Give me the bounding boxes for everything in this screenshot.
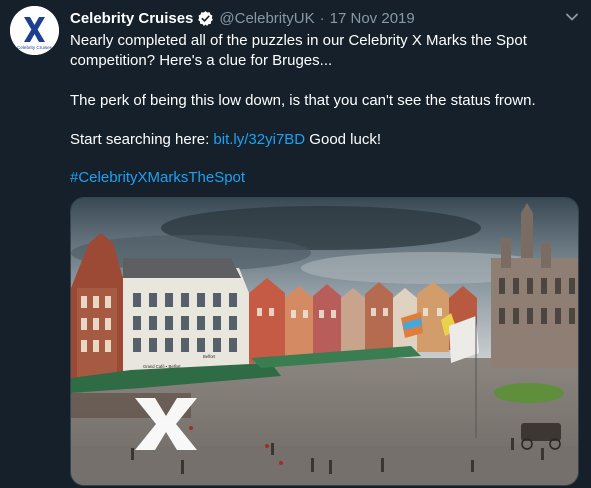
tweet: Celebrity Cruises Celebrity Cruises @Cel…	[0, 0, 591, 488]
paragraph-3-suffix: Good luck!	[305, 131, 382, 148]
hashtag-line: #CelebrityXMarksTheSpot	[70, 168, 245, 188]
celebrity-x-logo-icon: Celebrity Cruises	[10, 6, 59, 55]
chevron-down-icon[interactable]	[565, 9, 579, 27]
avatar-logo-text: Celebrity Cruises	[17, 45, 53, 50]
tweet-paragraph-1: Nearly completed all of the puzzles in o…	[70, 32, 527, 69]
tweet-header: Celebrity Cruises @CelebrityUK · 17 Nov …	[70, 6, 415, 30]
bruges-market-square-photo: Grand Café ▪ Belfort Belfort	[71, 198, 578, 485]
verified-badge-icon	[197, 10, 214, 27]
paragraph-3-prefix: Start searching here:	[70, 131, 214, 148]
user-handle[interactable]: @CelebrityUK	[219, 10, 314, 27]
short-link[interactable]: bit.ly/32yi7BD	[213, 131, 305, 148]
tweet-image[interactable]: Grand Café ▪ Belfort Belfort	[70, 197, 579, 486]
hashtag-link[interactable]: #CelebrityXMarksTheSpot	[70, 169, 245, 186]
profile-avatar[interactable]: Celebrity Cruises	[10, 6, 59, 55]
image-shop-sign-2: Belfort	[203, 354, 216, 359]
display-name[interactable]: Celebrity Cruises	[70, 10, 193, 27]
meta-separator: ·	[319, 9, 325, 27]
tweet-date[interactable]: 17 Nov 2019	[330, 10, 415, 27]
tweet-paragraph-2: The perk of being this low down, is that…	[70, 92, 536, 109]
tweet-paragraph-3: Start searching here: bit.ly/32yi7BD Goo…	[70, 130, 381, 150]
